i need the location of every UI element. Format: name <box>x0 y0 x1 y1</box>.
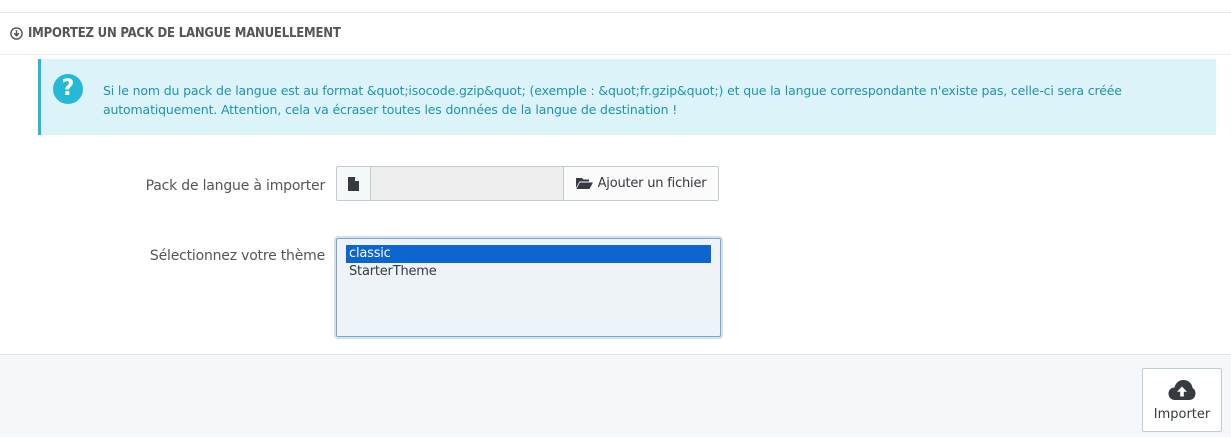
folder-open-icon <box>575 178 593 189</box>
panel-footer <box>0 354 1231 437</box>
panel-title: IMPORTEZ UN PACK DE LANGUE MANUELLEMENT <box>28 26 341 41</box>
download-circle-icon <box>10 27 23 40</box>
file-name-input[interactable] <box>371 167 563 200</box>
add-file-label: Ajouter un fichier <box>597 176 707 191</box>
theme-select[interactable]: classic StarterTheme <box>336 238 721 337</box>
theme-option-classic[interactable]: classic <box>346 245 711 263</box>
cloud-upload-icon <box>1168 379 1196 400</box>
panel-heading: IMPORTEZ UN PACK DE LANGUE MANUELLEMENT <box>0 13 1231 55</box>
theme-option-startertheme[interactable]: StarterTheme <box>346 263 711 281</box>
add-file-button[interactable]: Ajouter un fichier <box>563 167 718 200</box>
pack-label: Pack de langue à importer <box>145 178 326 194</box>
import-label: Importer <box>1153 406 1211 422</box>
file-upload-group[interactable]: Ajouter un fichier <box>336 166 719 201</box>
file-icon <box>337 167 371 200</box>
info-alert: ? Si le nom du pack de langue est au for… <box>38 59 1216 135</box>
alert-message-line-1: Si le nom du pack de langue est au forma… <box>103 83 1122 98</box>
question-icon: ? <box>53 74 83 104</box>
theme-label: Sélectionnez votre thème <box>149 248 325 264</box>
import-button[interactable]: Importer <box>1142 368 1222 432</box>
alert-message: Si le nom du pack de langue est au forma… <box>103 81 1203 119</box>
alert-message-line-2: automatiquement. Attention, cela va écra… <box>103 102 678 117</box>
